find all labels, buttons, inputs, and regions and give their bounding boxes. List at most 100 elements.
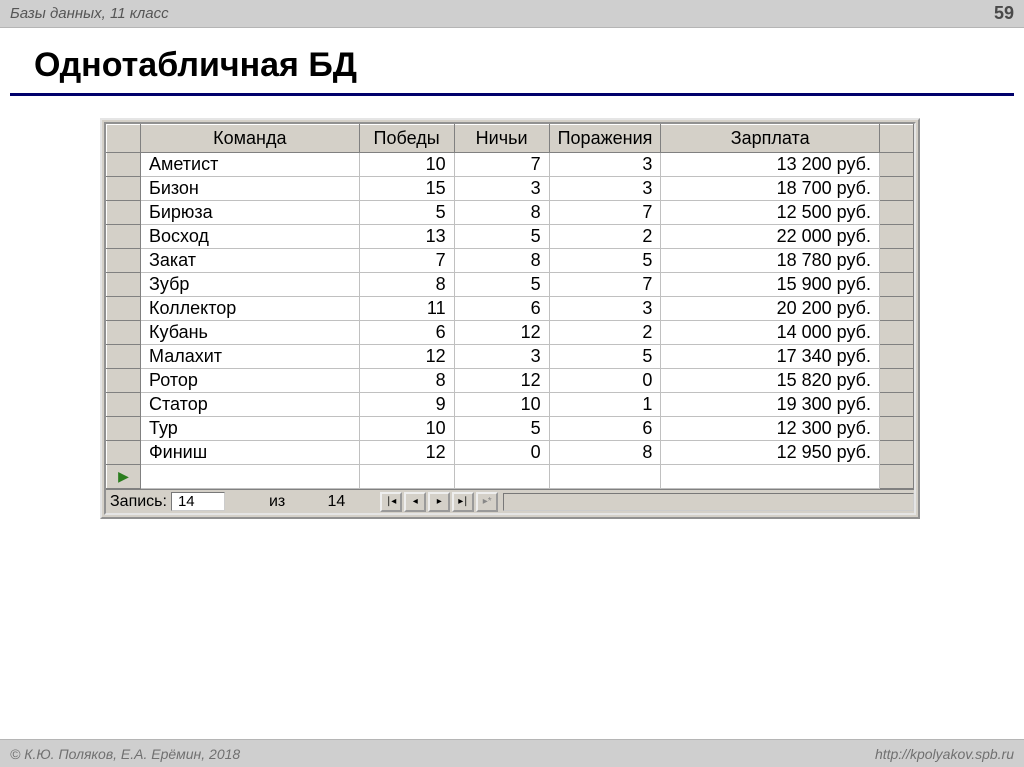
cell-draws[interactable]: 12 (454, 369, 549, 393)
cell-salary[interactable]: 14 000 руб. (661, 321, 880, 345)
recnav-last-button[interactable]: ▸∣ (452, 492, 474, 512)
cell-draws[interactable]: 10 (454, 393, 549, 417)
cell-draws[interactable]: 3 (454, 345, 549, 369)
cell-team[interactable]: Бизон (141, 177, 360, 201)
cell-salary[interactable]: 19 300 руб. (661, 393, 880, 417)
cell-draws[interactable]: 7 (454, 153, 549, 177)
cell-team[interactable]: Ротор (141, 369, 360, 393)
cell-draws[interactable]: 0 (454, 441, 549, 465)
cell-losses[interactable]: 2 (549, 321, 661, 345)
row-selector[interactable] (107, 177, 141, 201)
table-row[interactable]: Коллектор116320 200 руб. (107, 297, 914, 321)
cell-team[interactable]: Тур (141, 417, 360, 441)
cell-losses[interactable]: 3 (549, 177, 661, 201)
cell-team[interactable]: Закат (141, 249, 360, 273)
cell-wins[interactable]: 7 (359, 249, 454, 273)
recnav-next-button[interactable]: ▸ (428, 492, 450, 512)
cell-salary[interactable]: 22 000 руб. (661, 225, 880, 249)
cell-team[interactable] (141, 465, 360, 489)
cell-salary[interactable]: 13 200 руб. (661, 153, 880, 177)
row-selector[interactable] (107, 393, 141, 417)
cell-draws[interactable]: 5 (454, 273, 549, 297)
cell-salary[interactable]: 15 820 руб. (661, 369, 880, 393)
cell-draws[interactable]: 3 (454, 177, 549, 201)
cell-losses[interactable]: 6 (549, 417, 661, 441)
cell-team[interactable]: Финиш (141, 441, 360, 465)
cell-salary[interactable]: 20 200 руб. (661, 297, 880, 321)
cell-losses[interactable]: 1 (549, 393, 661, 417)
row-selector[interactable] (107, 249, 141, 273)
cell-losses[interactable]: 2 (549, 225, 661, 249)
table-row[interactable]: Бизон153318 700 руб. (107, 177, 914, 201)
row-selector[interactable] (107, 441, 141, 465)
table-row[interactable]: Восход135222 000 руб. (107, 225, 914, 249)
cell-wins[interactable]: 6 (359, 321, 454, 345)
cell-salary[interactable]: 12 300 руб. (661, 417, 880, 441)
cell-wins[interactable] (359, 465, 454, 489)
recnav-prev-button[interactable]: ◂ (404, 492, 426, 512)
cell-team[interactable]: Кубань (141, 321, 360, 345)
table-row[interactable]: Тур105612 300 руб. (107, 417, 914, 441)
table-row[interactable]: Кубань612214 000 руб. (107, 321, 914, 345)
table-row[interactable]: Финиш120812 950 руб. (107, 441, 914, 465)
cell-draws[interactable]: 8 (454, 249, 549, 273)
row-selector[interactable] (107, 273, 141, 297)
row-selector[interactable] (107, 345, 141, 369)
row-selector-header[interactable] (107, 125, 141, 153)
cell-team[interactable]: Аметист (141, 153, 360, 177)
row-selector[interactable] (107, 225, 141, 249)
cell-draws[interactable]: 12 (454, 321, 549, 345)
cell-salary[interactable] (661, 465, 880, 489)
table-row[interactable]: Закат78518 780 руб. (107, 249, 914, 273)
cell-wins[interactable]: 12 (359, 441, 454, 465)
cell-draws[interactable]: 8 (454, 201, 549, 225)
recnav-scroll-track[interactable] (503, 493, 914, 511)
table-new-row[interactable]: ▶ (107, 465, 914, 489)
cell-wins[interactable]: 10 (359, 417, 454, 441)
cell-draws[interactable]: 6 (454, 297, 549, 321)
row-selector[interactable] (107, 417, 141, 441)
cell-wins[interactable]: 9 (359, 393, 454, 417)
cell-draws[interactable]: 5 (454, 225, 549, 249)
cell-team[interactable]: Бирюза (141, 201, 360, 225)
col-header-losses[interactable]: Поражения (549, 125, 661, 153)
row-selector[interactable] (107, 321, 141, 345)
cell-losses[interactable]: 7 (549, 273, 661, 297)
cell-wins[interactable]: 8 (359, 273, 454, 297)
cell-wins[interactable]: 12 (359, 345, 454, 369)
row-selector[interactable] (107, 297, 141, 321)
cell-losses[interactable]: 8 (549, 441, 661, 465)
cell-losses[interactable]: 0 (549, 369, 661, 393)
cell-team[interactable]: Восход (141, 225, 360, 249)
cell-wins[interactable]: 13 (359, 225, 454, 249)
cell-losses[interactable]: 3 (549, 153, 661, 177)
recnav-new-button[interactable]: ▸* (476, 492, 498, 512)
row-selector[interactable] (107, 201, 141, 225)
cell-salary[interactable]: 12 500 руб. (661, 201, 880, 225)
col-header-team[interactable]: Команда (141, 125, 360, 153)
table-row[interactable]: Ротор812015 820 руб. (107, 369, 914, 393)
cell-salary[interactable]: 12 950 руб. (661, 441, 880, 465)
cell-wins[interactable]: 10 (359, 153, 454, 177)
col-header-draws[interactable]: Ничьи (454, 125, 549, 153)
cell-team[interactable]: Статор (141, 393, 360, 417)
col-header-salary[interactable]: Зарплата (661, 125, 880, 153)
cell-draws[interactable] (454, 465, 549, 489)
table-row[interactable]: Зубр85715 900 руб. (107, 273, 914, 297)
row-selector[interactable] (107, 153, 141, 177)
cell-team[interactable]: Малахит (141, 345, 360, 369)
cell-losses[interactable]: 3 (549, 297, 661, 321)
cell-team[interactable]: Коллектор (141, 297, 360, 321)
col-header-wins[interactable]: Победы (359, 125, 454, 153)
cell-losses[interactable] (549, 465, 661, 489)
table-row[interactable]: Малахит123517 340 руб. (107, 345, 914, 369)
db-table[interactable]: Команда Победы Ничьи Поражения Зарплата … (106, 124, 914, 489)
cell-salary[interactable]: 17 340 руб. (661, 345, 880, 369)
cell-wins[interactable]: 15 (359, 177, 454, 201)
cell-losses[interactable]: 5 (549, 345, 661, 369)
table-row[interactable]: Аметист107313 200 руб. (107, 153, 914, 177)
cell-salary[interactable]: 18 700 руб. (661, 177, 880, 201)
table-row[interactable]: Статор910119 300 руб. (107, 393, 914, 417)
cell-losses[interactable]: 7 (549, 201, 661, 225)
cell-salary[interactable]: 18 780 руб. (661, 249, 880, 273)
